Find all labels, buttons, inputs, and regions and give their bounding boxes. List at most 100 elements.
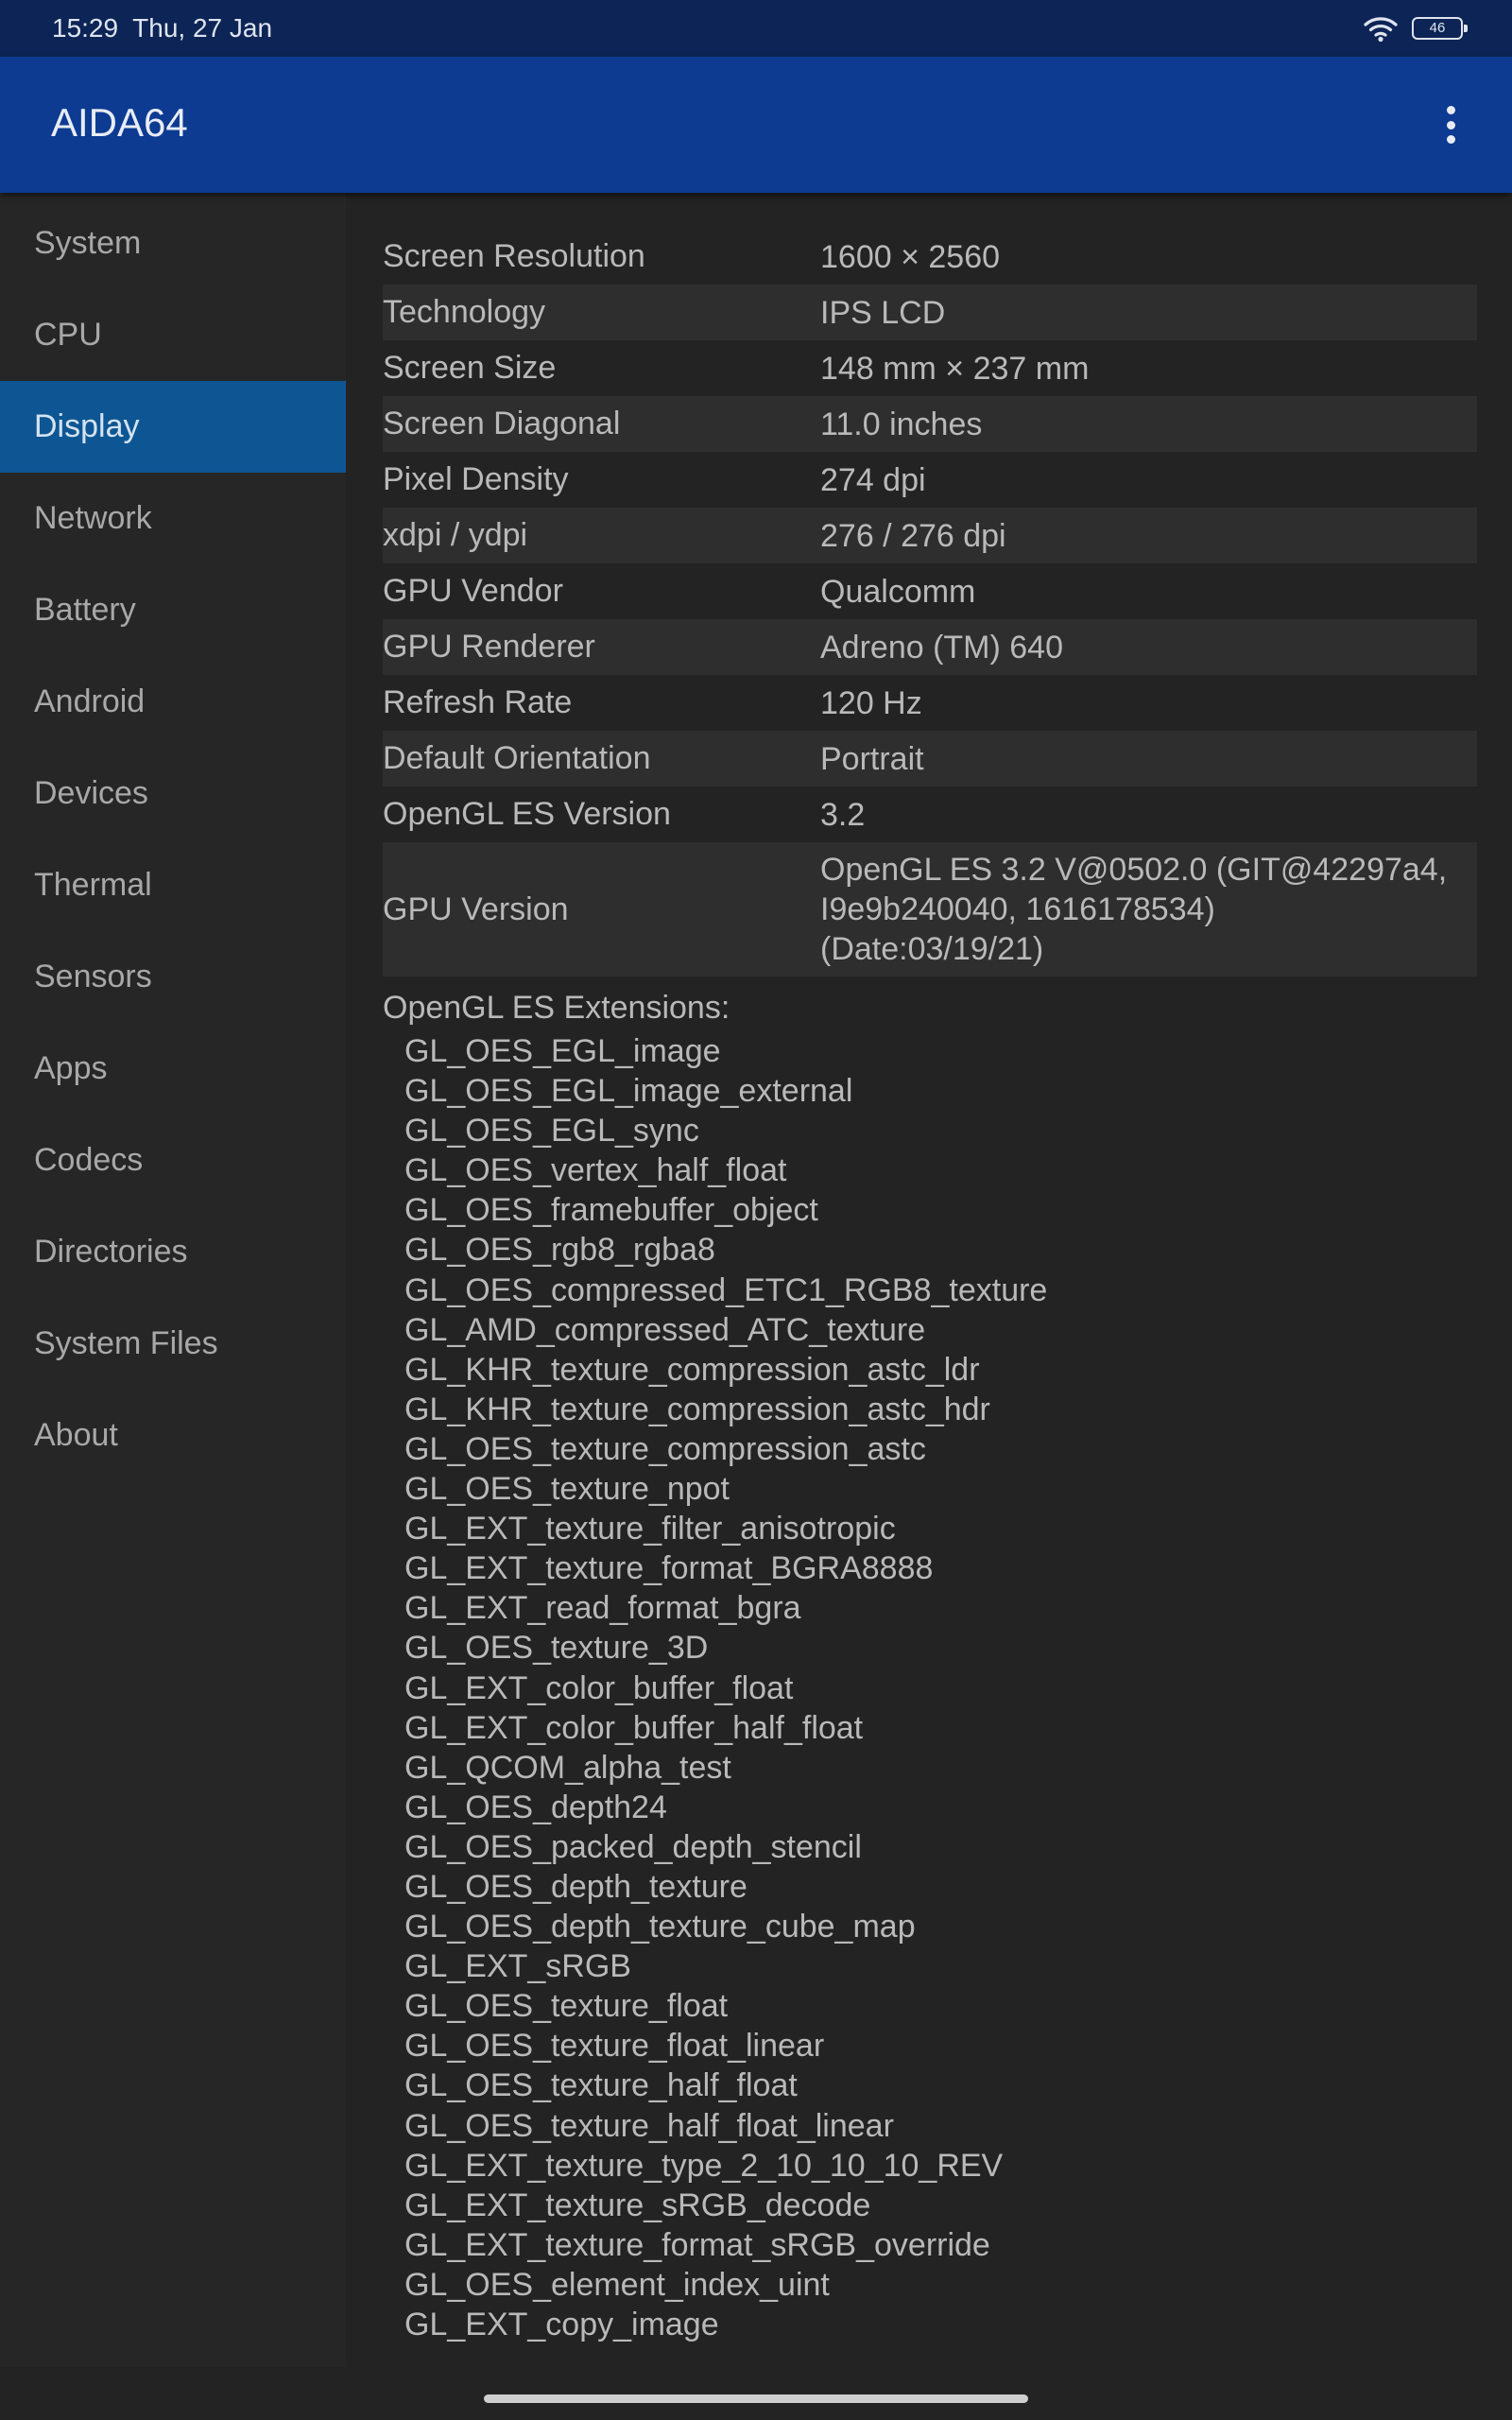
gpu-version-line: OpenGL ES 3.2 V@0502.0 (GIT@42297a4, (820, 852, 1448, 888)
status-time: 15:29 (52, 13, 119, 43)
extension-item: GL_EXT_color_buffer_float (404, 1669, 794, 1706)
extension-item: GL_OES_element_index_uint (404, 2266, 830, 2303)
extension-item: GL_KHR_texture_compression_astc_hdr (404, 1391, 990, 1427)
battery-level: 46 (1429, 20, 1446, 36)
extension-item: GL_OES_depth_texture_cube_map (404, 1909, 916, 1945)
extension-item: GL_EXT_texture_type_2_10_10_10_REV (404, 2147, 1004, 2184)
property-row: Refresh Rate 120 Hz (383, 675, 1477, 731)
property-table: Screen Resolution 1600 × 2560 Technology IP… (383, 229, 1477, 842)
property-row: Pixel Density 274 dpi (383, 452, 1477, 508)
extension-item: GL_OES_texture_half_float (404, 2067, 798, 2104)
property-value: 148 mm × 237 mm (820, 350, 1090, 387)
property-label: GPU Version (383, 890, 569, 927)
property-label: Screen Resolution (383, 238, 645, 274)
more-vert-icon[interactable] (1427, 100, 1474, 149)
property-label: Screen Size (383, 350, 557, 386)
extension-item: GL_OES_EGL_image_external (404, 1073, 853, 1110)
property-label: Technology (383, 294, 546, 330)
property-value: 274 dpi (820, 461, 926, 498)
property-value: OpenGL ES 3.2 V@0502.0 (GIT@42297a4, I9e… (820, 850, 1477, 969)
sidebar-item-devices[interactable]: Devices (0, 748, 346, 839)
property-row: GPU Renderer Adreno (TM) 640 (383, 619, 1477, 675)
sidebar-item-thermal[interactable]: Thermal (0, 839, 346, 931)
extension-item: GL_OES_depth24 (404, 1789, 667, 1825)
extensions-title: OpenGL ES Extensions: (383, 990, 730, 1026)
battery-icon: 46 (1412, 17, 1468, 40)
property-value: 276 / 276 dpi (820, 517, 1006, 554)
property-row: Screen Resolution 1600 × 2560 (383, 229, 1477, 285)
sidebar-item-cpu[interactable]: CPU (0, 289, 346, 381)
status-icons: 46 (1363, 13, 1468, 43)
sidebar-item-codecs[interactable]: Codecs (0, 1115, 346, 1206)
property-row: Screen Size 148 mm × 237 mm (383, 340, 1477, 396)
sidebar-item-network[interactable]: Network (0, 473, 346, 564)
sidebar-item-battery[interactable]: Battery (0, 564, 346, 656)
property-row: GPU Vendor Qualcomm (383, 563, 1477, 619)
property-value: Portrait (820, 740, 924, 777)
extension-item: GL_OES_texture_half_float_linear (404, 2107, 894, 2144)
extension-item: GL_AMD_compressed_ATC_texture (404, 1311, 926, 1348)
property-value: 3.2 (820, 796, 866, 833)
property-label: xdpi / ydpi (383, 517, 528, 553)
property-label: GPU Vendor (383, 573, 563, 609)
property-label: Default Orientation (383, 740, 651, 776)
extension-item: GL_EXT_sRGB (404, 1948, 631, 1985)
property-row: Default Orientation Portrait (383, 731, 1477, 786)
property-value: Adreno (TM) 640 (820, 629, 1063, 666)
sidebar-item-system-files[interactable]: System Files (0, 1298, 346, 1390)
status-bar: 15:29 Thu, 27 Jan 46 (0, 0, 1512, 57)
extension-item: GL_OES_framebuffer_object (404, 1192, 818, 1229)
sidebar-item-sensors[interactable]: Sensors (0, 931, 346, 1023)
property-label: OpenGL ES Version (383, 796, 671, 832)
home-indicator[interactable] (484, 2394, 1028, 2403)
property-value: IPS LCD (820, 294, 946, 331)
property-value: 11.0 inches (820, 406, 983, 442)
extension-item: GL_OES_EGL_image (404, 1033, 721, 1069)
extension-item: GL_OES_EGL_sync (404, 1113, 699, 1150)
extension-item: GL_OES_depth_texture (404, 1868, 747, 1905)
extension-item: GL_QCOM_alpha_test (404, 1749, 731, 1786)
extension-item: GL_EXT_texture_sRGB_decode (404, 2187, 871, 2223)
sidebar-item-apps[interactable]: Apps (0, 1023, 346, 1115)
extension-item: GL_OES_texture_npot (404, 1471, 730, 1508)
property-label: Pixel Density (383, 461, 569, 497)
property-value: 120 Hz (820, 684, 922, 721)
gpu-version-line: (Date:03/19/21) (820, 931, 1044, 967)
extension-item: GL_OES_texture_compression_astc (404, 1430, 926, 1467)
sidebar-item-about[interactable]: About (0, 1390, 346, 1481)
app-bar: AIDA64 (0, 57, 1512, 193)
extension-item: GL_OES_packed_depth_stencil (404, 1828, 862, 1865)
extension-item: GL_OES_texture_3D (404, 1630, 709, 1667)
property-label: Refresh Rate (383, 684, 573, 720)
extension-item: GL_EXT_texture_format_BGRA8888 (404, 1550, 934, 1587)
sidebar-item-android[interactable]: Android (0, 656, 346, 748)
sidebar-item-directories[interactable]: Directories (0, 1206, 346, 1298)
property-value: Qualcomm (820, 573, 976, 610)
sidebar: System CPU Display Network Battery Android Dev… (0, 193, 346, 2367)
extension-item: GL_EXT_color_buffer_half_float (404, 1709, 864, 1746)
extension-item: GL_OES_texture_float (404, 1988, 729, 2025)
extension-item: GL_KHR_texture_compression_astc_ldr (404, 1351, 980, 1388)
extension-item: GL_EXT_texture_format_sRGB_override (404, 2226, 990, 2263)
extension-item: GL_OES_compressed_ETC1_RGB8_texture (404, 1271, 1048, 1308)
extension-item: GL_EXT_texture_filter_anisotropic (404, 1511, 896, 1547)
extension-item: GL_OES_vertex_half_float (404, 1152, 787, 1189)
wifi-icon (1364, 17, 1398, 43)
property-value: 1600 × 2560 (820, 238, 1001, 275)
status-date: Thu, 27 Jan (132, 13, 273, 43)
extension-item: GL_EXT_read_format_bgra (404, 1590, 801, 1627)
extension-item: GL_OES_texture_float_linear (404, 2028, 825, 2065)
display-details[interactable]: Screen Resolution 1600 × 2560 Technology IP… (383, 229, 1477, 2353)
extension-item: GL_OES_rgb8_rgba8 (404, 1232, 715, 1269)
property-label: GPU Renderer (383, 629, 595, 665)
sidebar-item-system[interactable]: System (0, 198, 346, 289)
extension-item: GL_EXT_copy_image (404, 2307, 719, 2342)
app-title: AIDA64 (51, 100, 188, 145)
sidebar-item-display[interactable]: Display (0, 381, 346, 473)
property-row: Technology IPS LCD (383, 285, 1477, 340)
property-label: Screen Diagonal (383, 406, 621, 441)
property-row: xdpi / ydpi 276 / 276 dpi (383, 508, 1477, 563)
property-row-gpu-version: GPU Version OpenGL ES 3.2 V@0502.0 (GIT@… (383, 842, 1477, 977)
property-row: Screen Diagonal 11.0 inches (383, 396, 1477, 452)
extensions-list: GL_OES_EGL_image GL_OES_EGL_image_externa… (383, 1031, 1477, 2344)
